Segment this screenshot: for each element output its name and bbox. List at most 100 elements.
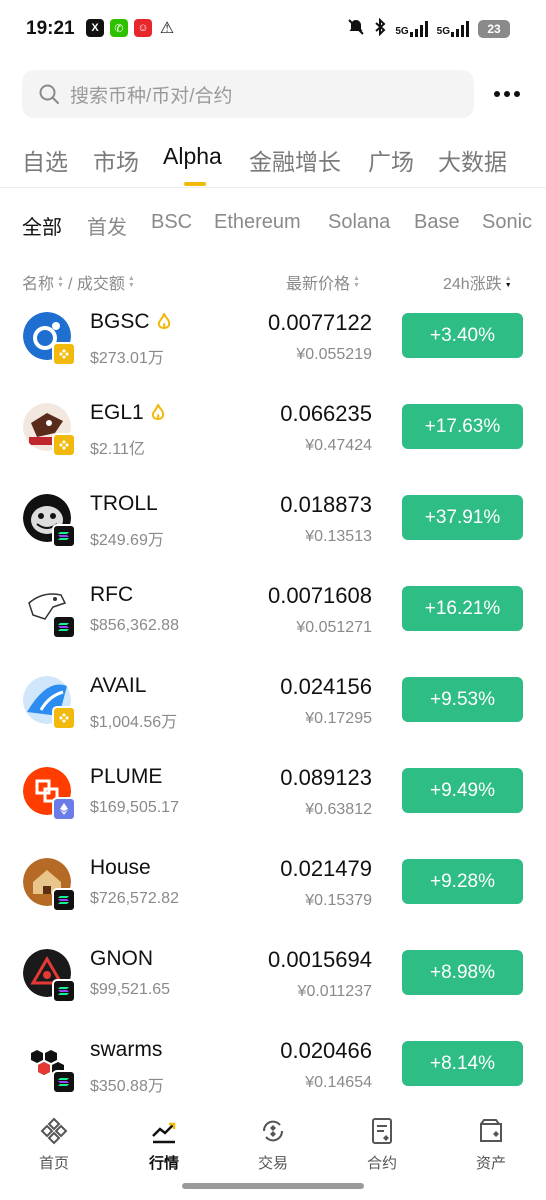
warning-icon: ⚠ [159,20,175,37]
ethereum-chain-icon [52,797,76,821]
token-price: 0.020466 [280,1038,372,1063]
active-tab-indicator [184,182,206,186]
status-right: 5G 5G 23 [347,17,510,39]
binance-logo-icon [40,1117,68,1145]
token-price-cny: ¥0.63812 [305,801,372,818]
change-badge[interactable]: +3.40% [402,313,523,358]
subtab-all[interactable]: 全部 [22,211,62,240]
change-badge[interactable]: +16.21% [402,586,523,631]
bluetooth-icon [374,17,386,39]
nav-assets[interactable]: 资产 [451,1116,531,1173]
change-badge[interactable]: +9.28% [402,859,523,904]
solana-chain-icon [52,979,76,1003]
token-row[interactable]: swarms $350.88万 0.020466 ¥0.14654 +8.14% [0,1028,546,1118]
tab-favorites[interactable]: 自选 [22,143,68,177]
tab-square[interactable]: 广场 [368,143,414,177]
sort-desc-icon: ▲ ▼ [504,275,512,289]
change-badge[interactable]: +17.63% [402,404,523,449]
change-badge[interactable]: +9.53% [402,677,523,722]
token-price: 0.024156 [280,674,372,699]
search-input[interactable]: 搜索币种/币对/合约 [22,70,474,118]
sort-icon: ▲ ▼ [57,275,64,289]
subtab-sonic[interactable]: Sonic [482,211,532,234]
token-symbol: swarms [90,1038,163,1061]
change-badge[interactable]: +8.14% [402,1041,523,1086]
token-row[interactable]: TROLL $249.69万 0.018873 ¥0.13513 +37.91% [0,482,546,572]
solana-chain-icon [52,888,76,912]
token-row[interactable]: RFC $856,362.88 0.0071608 ¥0.051271 +16.21% [0,573,546,663]
status-time: 19:21 [26,18,75,39]
tab-big-data[interactable]: 大数据 [438,143,507,177]
token-symbol: EGL1 [90,401,166,425]
change-badge[interactable]: +9.49% [402,768,523,813]
nav-home[interactable]: 首页 [14,1116,94,1173]
token-row[interactable]: House $726,572.82 0.021479 ¥0.15379 +9.28% [0,846,546,936]
signal-icon-1: 5G [395,20,428,37]
contract-document-icon [372,1118,392,1144]
token-price-cny: ¥0.051271 [296,619,372,636]
token-row[interactable]: GNON $99,521.65 0.0015694 ¥0.011237 +8.98% [0,937,546,1027]
token-symbol: House [90,856,151,879]
column-header-change[interactable]: 24h涨跌 ▲ ▼ [443,270,512,294]
mute-icon [347,18,365,39]
subtab-bsc[interactable]: BSC [151,211,192,234]
x-app-icon: X [86,19,104,37]
column-header-name[interactable]: 名称 ▲ ▼ / 成交额 ▲ ▼ [22,270,135,294]
token-symbol: BGSC [90,310,172,334]
token-volume: $350.88万 [90,1078,164,1095]
token-price: 0.066235 [280,401,372,426]
sort-icon: ▲ ▼ [353,275,360,289]
bsc-chain-icon [52,342,76,366]
token-volume: $726,572.82 [90,890,179,907]
token-symbol: AVAIL [90,674,147,697]
main-tabs: 自选 市场 Alpha 金融增长 广场 大数据 [0,135,546,187]
token-price: 0.0015694 [268,947,372,972]
change-badge[interactable]: +37.91% [402,495,523,540]
status-bar: 19:21 X ✆ ☺ ⚠ 5G 5G 23 [0,0,546,60]
change-badge[interactable]: +8.98% [402,950,523,995]
solana-chain-icon [52,524,76,548]
token-row[interactable]: EGL1 $2.11亿 0.066235 ¥0.47424 +17.63% [0,391,546,481]
token-price-cny: ¥0.15379 [305,892,372,909]
token-price-cny: ¥0.17295 [305,710,372,727]
signal-icon-2: 5G [437,20,469,37]
tmall-icon: ☺ [134,19,152,37]
search-icon [39,84,59,104]
battery-icon: 23 [478,19,510,38]
chain-filter-tabs: 全部 首发 BSC Ethereum Solana Base Sonic [0,207,546,243]
exchange-icon [262,1120,284,1142]
subtab-solana[interactable]: Solana [328,211,390,234]
token-row[interactable]: BGSC $273.01万 0.0077122 ¥0.055219 +3.40% [0,300,546,390]
token-price: 0.021479 [280,856,372,881]
token-price: 0.018873 [280,492,372,517]
wechat-icon: ✆ [110,19,128,37]
token-row[interactable]: PLUME $169,505.17 0.089123 ¥0.63812 +9.49% [0,755,546,845]
token-price: 0.0077122 [268,310,372,335]
nav-trade[interactable]: 交易 [233,1116,313,1173]
token-volume: $1,004.56万 [90,714,178,731]
more-options-icon[interactable] [494,82,524,106]
token-price-cny: ¥0.47424 [305,437,372,454]
subtab-launch[interactable]: 首发 [87,211,127,240]
token-volume: $2.11亿 [90,441,145,458]
token-price: 0.0071608 [268,583,372,608]
wallet-icon [480,1119,502,1142]
tab-finance-growth[interactable]: 金融增长 [249,143,341,177]
token-volume: $249.69万 [90,532,164,549]
status-app-icons: X ✆ ☺ ⚠ [86,19,176,37]
token-row[interactable]: AVAIL $1,004.56万 0.024156 ¥0.17295 +9.53% [0,664,546,754]
token-symbol: GNON [90,947,153,970]
token-symbol: PLUME [90,765,163,788]
solana-chain-icon [52,1070,76,1094]
token-symbol: RFC [90,583,134,606]
tab-market[interactable]: 市场 [93,143,139,177]
subtab-ethereum[interactable]: Ethereum [214,211,301,234]
bsc-chain-icon [52,433,76,457]
chart-trend-icon [152,1122,176,1144]
subtab-base[interactable]: Base [414,211,460,234]
nav-market[interactable]: 行情 [124,1116,204,1173]
hot-flame-icon [151,404,164,420]
nav-contract[interactable]: 合约 [342,1116,422,1173]
tab-alpha[interactable]: Alpha [163,143,222,170]
column-header-price[interactable]: 最新价格 ▲ ▼ [286,270,360,294]
